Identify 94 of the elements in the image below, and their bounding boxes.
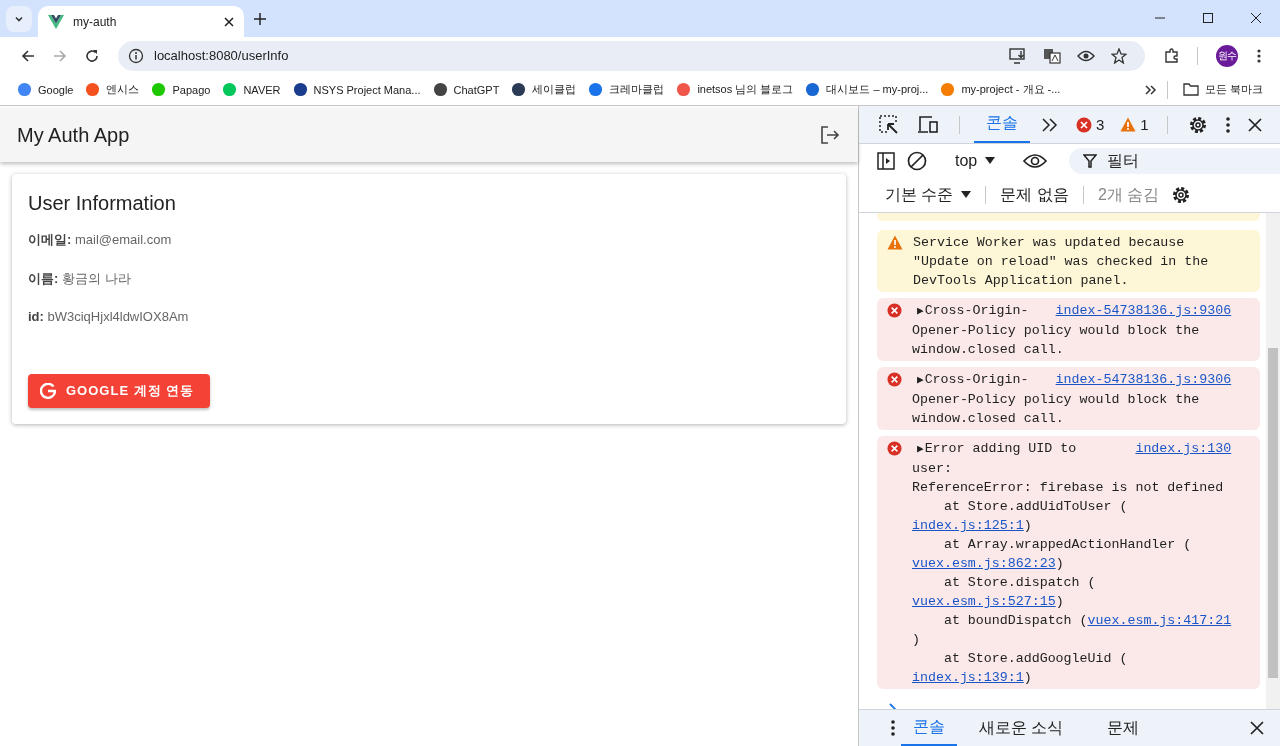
levels-dropdown[interactable]: 기본 수준 <box>879 184 978 206</box>
source-link[interactable]: index.js:130 <box>1135 439 1232 459</box>
back-icon[interactable] <box>21 48 35 63</box>
settings-icon[interactable] <box>1187 114 1208 135</box>
message-text: Opener-Policy policy would block the window.closed call. <box>912 391 1201 428</box>
more-icon[interactable] <box>1257 48 1261 63</box>
stack-frame: at Store.addGoogleUid ( index.js:139:1) <box>912 649 1232 687</box>
console-tab[interactable]: 콘솔 <box>974 106 1030 143</box>
field-row-text: id: bW3ciqHjxl4ldwIOX8Am <box>28 309 190 324</box>
stack-frame: at Array.wrappedActionHandler ( vuex.esm.js:862:23) <box>912 535 1232 573</box>
sidebar-icon[interactable] <box>877 152 895 170</box>
translate-icon[interactable] <box>1043 47 1061 64</box>
warning-count[interactable]: 1 <box>1140 116 1149 133</box>
issues-label[interactable]: 문제 없음 <box>994 184 1075 206</box>
puzzle-icon[interactable] <box>1164 47 1180 64</box>
bookmark[interactable]: Google <box>12 82 79 97</box>
address-bar[interactable]: localhost:8080/userInfo <box>118 40 1145 71</box>
bookmark[interactable]: inetsos 님의 블로그 <box>671 82 799 97</box>
caret-icon <box>961 191 972 199</box>
field-row-text: 이름: 황금의 나라 <box>28 270 132 288</box>
source-link[interactable]: vuex.esm.js:862:23 <box>912 556 1056 571</box>
all-bookmarks-folder[interactable]: 모든 북마크 <box>1177 82 1268 97</box>
close-icon[interactable] <box>224 16 234 27</box>
source-link[interactable]: index-54738136.js:9306 <box>1055 370 1232 390</box>
stack-frame: at Store.dispatch ( vuex.esm.js:527:15) <box>912 573 1232 611</box>
drawer-tab[interactable]: 새로운 소식 <box>957 710 1086 746</box>
close-icon[interactable] <box>1247 117 1262 132</box>
close-icon[interactable] <box>1250 721 1264 735</box>
bookmark[interactable]: 크레마클럽 <box>583 82 670 97</box>
error-icon <box>887 303 902 318</box>
bookmark[interactable]: NSYS Project Mana... <box>287 82 426 97</box>
field-row-text: 이메일: mail@email.com <box>28 231 173 249</box>
error-icon <box>1076 116 1092 133</box>
reload-icon[interactable] <box>85 48 99 63</box>
message-text: Service Worker was updated because "Update on reload" was checked in the DevTools Application panel. <box>913 234 1210 290</box>
scrollbar[interactable] <box>1266 213 1280 709</box>
more-icon[interactable] <box>1225 116 1230 133</box>
bookmark[interactable]: ChatGPT <box>427 82 505 97</box>
more-icon[interactable] <box>891 720 895 736</box>
inspect-icon[interactable] <box>879 114 899 135</box>
source-link[interactable]: vuex.esm.js:527:15 <box>912 594 1056 609</box>
drawer-tab[interactable]: 문제 <box>1085 710 1162 746</box>
google-link-button[interactable]: GOOGLE 계정 연동 <box>28 374 211 408</box>
bookmark[interactable]: 세이클럽 <box>506 82 582 97</box>
profile-avatar[interactable]: 원수 <box>1216 44 1238 67</box>
source-link[interactable]: index.js:125:1 <box>912 518 1024 533</box>
error-detail: ReferenceError: firebase is not defined <box>912 479 1225 497</box>
info-icon[interactable] <box>128 47 144 64</box>
maximize-icon[interactable] <box>1203 13 1213 23</box>
star-icon[interactable] <box>1111 47 1127 64</box>
bookmark[interactable]: my-project - 개요 -... <box>935 82 1066 97</box>
source-link[interactable]: vuex.esm.js:417:21 <box>1087 613 1232 628</box>
error-icon <box>887 441 902 456</box>
folder-icon <box>1182 83 1199 96</box>
chevron-icon[interactable] <box>1042 117 1058 132</box>
vue-logo-icon <box>48 14 64 29</box>
message-text: ▶Error adding UID to <box>916 440 1077 458</box>
settings-icon[interactable] <box>1171 185 1192 205</box>
stack-frame: at boundDispatch (vuex.esm.js:417:21 ) <box>912 611 1232 649</box>
stack-frame: at Store.addUidToUser ( index.js:125:1) <box>912 497 1232 535</box>
logout-icon[interactable] <box>820 126 840 144</box>
browser-tab[interactable]: my-auth <box>38 6 244 37</box>
bookmark[interactable]: Papago <box>146 82 216 97</box>
error-icon <box>887 372 902 387</box>
scrollbar-thumb[interactable] <box>1268 348 1278 678</box>
source-link[interactable]: index.js:139:1 <box>912 670 1024 685</box>
install-icon[interactable] <box>1009 47 1027 64</box>
message-text: ▶Cross-Origin- <box>916 302 1029 320</box>
warning-icon <box>1120 117 1137 132</box>
close-icon[interactable] <box>1251 13 1261 23</box>
hidden-count: 2개 숨김 <box>1096 184 1161 205</box>
eye-icon[interactable] <box>1023 153 1048 169</box>
error-count[interactable]: 3 <box>1096 116 1105 133</box>
warning-icon <box>887 235 903 250</box>
g-logo-icon <box>40 383 56 399</box>
bookmark[interactable]: 대시보드 – my-proj... <box>800 82 934 97</box>
filter-icon <box>1083 154 1098 168</box>
message-text: ▶Cross-Origin- <box>916 371 1029 389</box>
clear-icon[interactable] <box>907 151 927 171</box>
card-heading: User Information <box>28 192 177 215</box>
new-tab-icon[interactable] <box>254 13 266 25</box>
source-link[interactable]: index-54738136.js:9306 <box>1055 301 1232 321</box>
chevron-icon[interactable] <box>1144 84 1157 95</box>
device-icon[interactable] <box>917 115 939 134</box>
eye-icon[interactable] <box>1077 49 1095 62</box>
drawer-tab[interactable]: 콘솔 <box>901 710 957 746</box>
message-text: Opener-Policy policy would block the window.closed call. <box>912 322 1201 359</box>
filter-field[interactable]: 필터 <box>1069 148 1280 174</box>
context-dropdown[interactable]: top <box>949 152 1002 170</box>
bookmark[interactable]: NAVER <box>217 82 286 97</box>
bookmark[interactable]: 엔시스 <box>80 82 145 97</box>
caret-icon <box>985 157 996 165</box>
app-title: My Auth App <box>17 123 130 147</box>
message-text: user: <box>912 460 953 478</box>
